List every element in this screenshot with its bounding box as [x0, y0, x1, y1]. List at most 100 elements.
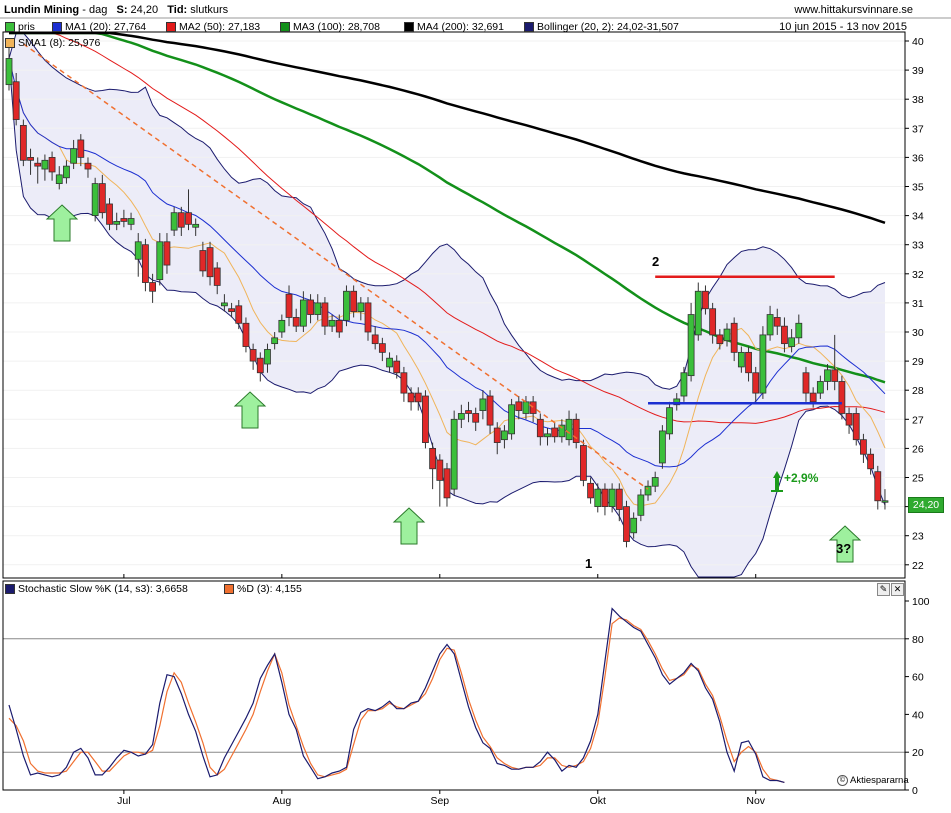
candle-body — [177, 212, 185, 228]
candle-body — [371, 334, 379, 345]
candle-body — [19, 124, 27, 161]
candle-body — [328, 319, 336, 327]
buy-arrow-icon — [392, 507, 426, 545]
candle-body — [745, 351, 752, 374]
legend-item: MA2 (50): 27,183 — [166, 21, 260, 33]
candle-body — [580, 445, 587, 481]
candle — [450, 410, 458, 495]
candle-body — [644, 485, 652, 496]
candle-body — [472, 413, 480, 423]
candle-body — [91, 183, 99, 216]
candle-body — [565, 418, 573, 441]
price-y-tick-label: 32 — [912, 269, 924, 281]
legend-swatch — [52, 22, 62, 32]
chart-canvas: 22232425262728293031323334353637383940Ju… — [0, 17, 951, 807]
candle-body — [285, 293, 293, 318]
candle-body — [228, 308, 235, 313]
price-y-tick-label: 22 — [912, 560, 924, 572]
price-y-tick-label: 35 — [912, 182, 924, 194]
candle-body — [615, 488, 623, 510]
candle-body — [343, 290, 350, 321]
candle-body — [357, 302, 365, 313]
candle — [838, 375, 846, 420]
stoch-y-tick-label: 60 — [912, 672, 924, 684]
stoch-d-line — [8, 617, 785, 783]
candle-body — [709, 308, 717, 336]
candle-body — [501, 430, 508, 441]
candle-body — [134, 241, 142, 260]
candle-body — [400, 372, 408, 394]
candle-body — [536, 418, 544, 438]
candle-body — [192, 223, 200, 228]
price-y-tick-label: 33 — [912, 240, 924, 252]
candle — [429, 442, 437, 490]
legend-item: SMA1 (8): 25,976 — [5, 37, 100, 49]
price-y-tick-label: 38 — [912, 94, 924, 106]
candle — [580, 439, 587, 487]
candle-body — [170, 212, 178, 231]
candle-body — [608, 488, 616, 508]
candle — [658, 425, 666, 469]
stoch-legend-item: %D (3): 4,155 — [224, 583, 302, 595]
panel-close-button[interactable]: ✕ — [891, 583, 904, 596]
stoch-panel-frame — [2, 580, 906, 791]
price-y-tick-label: 25 — [912, 473, 924, 485]
price-y-tick-label: 40 — [912, 36, 924, 48]
buy-arrow-icon — [233, 391, 267, 429]
price-y-tick-label: 31 — [912, 298, 924, 310]
panel-settings-button[interactable]: ✎ — [877, 583, 890, 596]
candle-body — [551, 427, 559, 438]
candle-body — [637, 494, 645, 516]
site-link[interactable]: www.hittakursvinnare.se — [794, 4, 913, 16]
downtrend-line — [22, 43, 649, 490]
candle-body — [34, 162, 42, 167]
candle-body — [70, 148, 78, 164]
candle-body — [522, 401, 530, 414]
price-y-tick-label: 36 — [912, 152, 924, 164]
candle-body — [63, 165, 70, 179]
candle-body — [98, 183, 106, 214]
price-y-tick-label: 34 — [912, 211, 924, 223]
candle-body — [486, 395, 494, 426]
candle-body — [242, 322, 250, 347]
legend-swatch — [404, 22, 414, 32]
candle-body — [529, 401, 537, 414]
candle-body — [594, 488, 602, 508]
stoch-y-tick-label: 20 — [912, 747, 924, 759]
candle-body — [149, 282, 157, 292]
stoch-k-line — [8, 607, 785, 783]
candle-body — [84, 162, 92, 170]
legend-item: pris — [5, 21, 35, 33]
candle-body — [465, 410, 472, 414]
candle-body — [881, 500, 889, 503]
candle-body — [752, 372, 760, 394]
candle-body — [422, 395, 429, 443]
type-value: slutkurs — [190, 4, 229, 16]
candle-body — [795, 322, 803, 339]
candle-body — [824, 369, 831, 382]
candle-body — [658, 430, 666, 464]
stoch-legend-item: Stochastic Slow %K (14, s3): 3,6658 — [5, 583, 188, 595]
candle-body — [457, 413, 465, 420]
candle — [874, 465, 882, 510]
candle-body — [206, 247, 214, 278]
candle-body — [156, 241, 164, 281]
candle — [443, 462, 451, 507]
candle-body — [314, 302, 322, 315]
candle-body — [264, 349, 271, 365]
candle-body — [838, 381, 846, 414]
candle-body — [55, 174, 63, 184]
candle-body — [443, 468, 451, 499]
candle-body — [163, 241, 171, 266]
instrument-name: Lundin Mining — [4, 4, 80, 16]
candle — [687, 302, 695, 382]
candle-body — [450, 418, 458, 490]
candle-body — [12, 81, 20, 120]
candle-body — [407, 392, 415, 403]
candle-body — [737, 351, 745, 368]
candle-body — [106, 203, 113, 225]
date-range: 10 jun 2015 - 13 nov 2015 — [779, 21, 907, 33]
candle-body — [852, 413, 860, 441]
candle-body — [831, 369, 839, 382]
candle-body — [802, 372, 810, 394]
